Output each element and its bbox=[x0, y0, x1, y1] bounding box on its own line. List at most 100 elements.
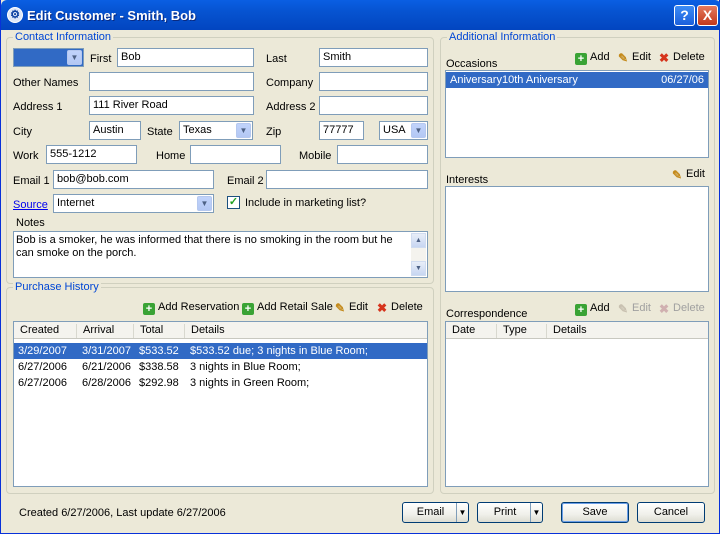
occasion-add-button[interactable]: + Add bbox=[575, 51, 610, 65]
table-row[interactable]: 6/27/2006 6/28/2006 $292.98 3 nights in … bbox=[14, 375, 427, 391]
email-button[interactable]: Email ▼ bbox=[402, 502, 469, 523]
list-item[interactable]: Aniversary 10th Aniversary 06/27/06 bbox=[446, 72, 708, 88]
row-total: $338.58 bbox=[139, 361, 179, 373]
work-phone-field[interactable]: 555-1212 bbox=[46, 145, 137, 164]
marketing-label: Include in marketing list? bbox=[245, 197, 367, 209]
chevron-down-icon: ▼ bbox=[67, 50, 82, 65]
correspondence-table[interactable]: Date Type Details bbox=[445, 321, 709, 487]
window-title: Edit Customer - Smith, Bob bbox=[27, 8, 196, 23]
cancel-label: Cancel bbox=[653, 506, 689, 518]
col-total[interactable]: Total bbox=[133, 324, 184, 338]
interests-edit-label: Edit bbox=[686, 168, 705, 180]
last-name-field[interactable]: Smith bbox=[319, 48, 428, 67]
email2-label: Email 2 bbox=[227, 175, 264, 187]
country-combo[interactable]: USA ▼ bbox=[379, 121, 428, 140]
add-icon: + bbox=[143, 303, 155, 315]
chevron-down-icon: ▼ bbox=[411, 123, 426, 138]
address1-label: Address 1 bbox=[13, 101, 63, 113]
state-value: Texas bbox=[183, 124, 212, 136]
correspondence-add-button[interactable]: + Add bbox=[575, 302, 610, 316]
save-button[interactable]: Save bbox=[561, 502, 629, 523]
delete-icon: ✖ bbox=[658, 51, 670, 65]
other-names-field[interactable] bbox=[89, 72, 254, 91]
col-arrival[interactable]: Arrival bbox=[76, 324, 133, 338]
delete-icon: ✖ bbox=[376, 301, 388, 315]
checkmark-icon: ✓ bbox=[228, 196, 239, 208]
col-date[interactable]: Date bbox=[446, 324, 496, 338]
email1-label: Email 1 bbox=[13, 175, 50, 187]
table-row[interactable]: 3/29/2007 3/31/2007 $533.52 $533.52 due;… bbox=[14, 343, 427, 359]
source-value: Internet bbox=[57, 197, 95, 209]
mobile-phone-field[interactable] bbox=[337, 145, 428, 164]
interests-label: Interests bbox=[446, 174, 489, 186]
occasion-delete-label: Delete bbox=[673, 51, 705, 63]
close-button[interactable]: X bbox=[697, 5, 718, 26]
email2-field[interactable] bbox=[266, 170, 428, 189]
notes-label: Notes bbox=[16, 217, 45, 229]
marketing-checkbox[interactable]: ✓ bbox=[227, 196, 240, 209]
row-details: $533.52 due; 3 nights in Blue Room; bbox=[190, 345, 368, 357]
save-label: Save bbox=[582, 506, 608, 518]
notes-textarea[interactable]: Bob is a smoker, he was informed that th… bbox=[13, 231, 428, 278]
purchase-edit-button[interactable]: ✎ Edit bbox=[334, 301, 368, 314]
pencil-icon: ✎ bbox=[671, 168, 683, 182]
correspondence-delete-button[interactable]: ✖ Delete bbox=[658, 302, 705, 315]
correspondence-delete-label: Delete bbox=[673, 302, 705, 314]
zip-label: Zip bbox=[266, 126, 282, 138]
zip-field[interactable]: 77777 bbox=[319, 121, 364, 140]
purchase-delete-button[interactable]: ✖ Delete bbox=[376, 301, 423, 314]
source-combo[interactable]: Internet ▼ bbox=[53, 194, 214, 213]
city-label: City bbox=[13, 126, 32, 138]
col-details[interactable]: Details bbox=[184, 324, 427, 338]
interests-box[interactable] bbox=[445, 186, 709, 292]
company-label: Company bbox=[266, 77, 314, 89]
col-type[interactable]: Type bbox=[496, 324, 546, 338]
col-corr-details[interactable]: Details bbox=[546, 324, 708, 338]
col-created[interactable]: Created bbox=[14, 324, 76, 338]
pencil-icon: ✎ bbox=[617, 51, 629, 65]
email-label: Email bbox=[416, 506, 445, 518]
add-retail-sale-button[interactable]: + Add Retail Sale bbox=[242, 301, 333, 315]
occasions-list[interactable]: Aniversary 10th Aniversary 06/27/06 bbox=[445, 70, 709, 158]
status-text: Created 6/27/2006, Last update 6/27/2006 bbox=[19, 507, 226, 519]
city-field[interactable]: Austin bbox=[89, 121, 141, 140]
source-link[interactable]: Source bbox=[13, 199, 48, 211]
row-details: 3 nights in Blue Room; bbox=[190, 361, 301, 373]
correspondence-label: Correspondence bbox=[446, 308, 528, 320]
title-bar[interactable]: ⚙ Edit Customer - Smith, Bob ? X bbox=[1, 0, 720, 30]
add-reservation-button[interactable]: + Add Reservation bbox=[143, 301, 239, 315]
add-icon: + bbox=[242, 303, 254, 315]
work-label: Work bbox=[13, 150, 39, 162]
address1-field[interactable]: 111 River Road bbox=[89, 96, 254, 115]
table-row[interactable]: 6/27/2006 6/21/2006 $338.58 3 nights in … bbox=[14, 359, 427, 375]
help-button[interactable]: ? bbox=[674, 5, 695, 26]
notes-text: Bob is a smoker, he was informed that th… bbox=[16, 234, 393, 259]
notes-scrollbar[interactable]: ▲ ▼ bbox=[411, 233, 426, 276]
interests-edit-button[interactable]: ✎ Edit bbox=[671, 168, 705, 181]
cancel-button[interactable]: Cancel bbox=[637, 502, 705, 523]
address2-field[interactable] bbox=[319, 96, 428, 115]
company-field[interactable] bbox=[319, 72, 428, 91]
first-name-field[interactable]: Bob bbox=[117, 48, 254, 67]
home-phone-field[interactable] bbox=[190, 145, 281, 164]
row-total: $292.98 bbox=[139, 377, 179, 389]
mobile-label: Mobile bbox=[299, 150, 332, 162]
email1-field[interactable]: bob@bob.com bbox=[53, 170, 214, 189]
purchase-edit-label: Edit bbox=[349, 301, 368, 313]
occasion-edit-button[interactable]: ✎ Edit bbox=[617, 51, 651, 64]
email-dropdown-icon[interactable]: ▼ bbox=[456, 503, 468, 522]
salutation-combo[interactable]: ▼ bbox=[13, 48, 84, 67]
print-button[interactable]: Print ▼ bbox=[477, 502, 543, 523]
contact-information-title: Contact Information bbox=[13, 31, 113, 43]
print-dropdown-icon[interactable]: ▼ bbox=[530, 503, 542, 522]
print-label: Print bbox=[493, 506, 517, 518]
state-combo[interactable]: Texas ▼ bbox=[179, 121, 253, 140]
scroll-up-icon[interactable]: ▲ bbox=[411, 233, 426, 248]
purchase-history-table[interactable]: Created Arrival Total Details 3/29/2007 … bbox=[13, 321, 428, 487]
scroll-down-icon[interactable]: ▼ bbox=[411, 261, 426, 276]
occasion-delete-button[interactable]: ✖ Delete bbox=[658, 51, 705, 64]
other-names-label: Other Names bbox=[13, 77, 79, 89]
correspondence-edit-button[interactable]: ✎ Edit bbox=[617, 302, 651, 315]
add-reservation-label: Add Reservation bbox=[158, 301, 240, 313]
occasion-add-label: Add bbox=[590, 51, 610, 63]
